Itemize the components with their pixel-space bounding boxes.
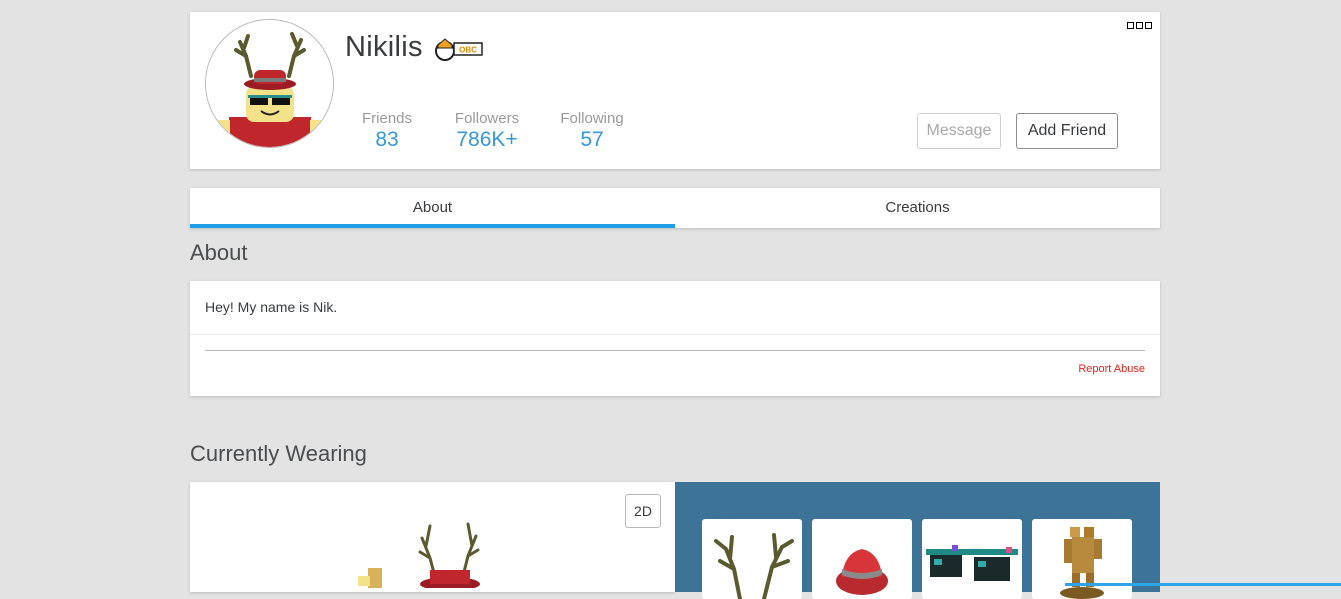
stat-following[interactable]: Following 57	[547, 110, 637, 152]
tab-creations[interactable]: Creations	[675, 188, 1160, 228]
wearing-item-antlers[interactable]	[702, 519, 802, 599]
toggle-2d-button[interactable]: 2D	[625, 494, 661, 528]
ellipsis-icon[interactable]	[1127, 22, 1152, 29]
stat-friends[interactable]: Friends 83	[342, 110, 432, 152]
wearing-item-pixel-shades[interactable]	[922, 519, 1022, 599]
profile-tabs: About Creations	[190, 188, 1160, 228]
red-fedora-icon	[836, 549, 888, 595]
about-text: Hey! My name is Nik.	[205, 299, 338, 315]
badge-text: OBC	[459, 46, 477, 55]
stat-label: Friends	[361, 110, 413, 127]
stat-label: Following	[560, 110, 624, 127]
avatar-3d-preview	[358, 522, 480, 588]
premium-badge-icon: OBC	[434, 37, 486, 61]
about-heading: About	[190, 240, 248, 265]
divider	[205, 350, 1145, 351]
stat-value: 57	[580, 128, 604, 151]
message-button[interactable]: Message	[917, 113, 1001, 149]
wearing-item-gold-figure[interactable]	[1032, 519, 1132, 599]
report-abuse-link[interactable]: Report Abuse	[1078, 363, 1145, 375]
pixel-shades-icon	[926, 545, 1018, 581]
wearing-item-red-fedora[interactable]	[812, 519, 912, 599]
active-tab-indicator	[190, 224, 675, 228]
stat-value: 786K+	[456, 128, 518, 151]
tab-about[interactable]: About	[190, 188, 675, 228]
stat-label: Followers	[454, 110, 520, 127]
antlers-icon	[714, 533, 794, 599]
avatar-preview: 2D	[190, 482, 675, 592]
about-panel: Hey! My name is Nik. Report Abuse	[190, 281, 1160, 396]
stat-followers[interactable]: Followers 786K+	[442, 110, 532, 152]
profile-header: Nikilis OBC Friends 83 Followers 786K+ F…	[190, 12, 1160, 169]
add-friend-button[interactable]: Add Friend	[1016, 113, 1118, 149]
wearing-items-panel	[675, 482, 1160, 599]
avatar[interactable]	[205, 19, 334, 148]
divider	[190, 334, 1160, 335]
currently-wearing-heading: Currently Wearing	[190, 441, 367, 466]
stat-value: 83	[375, 128, 399, 151]
gold-figure-icon	[1060, 527, 1104, 599]
username: Nikilis	[345, 31, 423, 63]
